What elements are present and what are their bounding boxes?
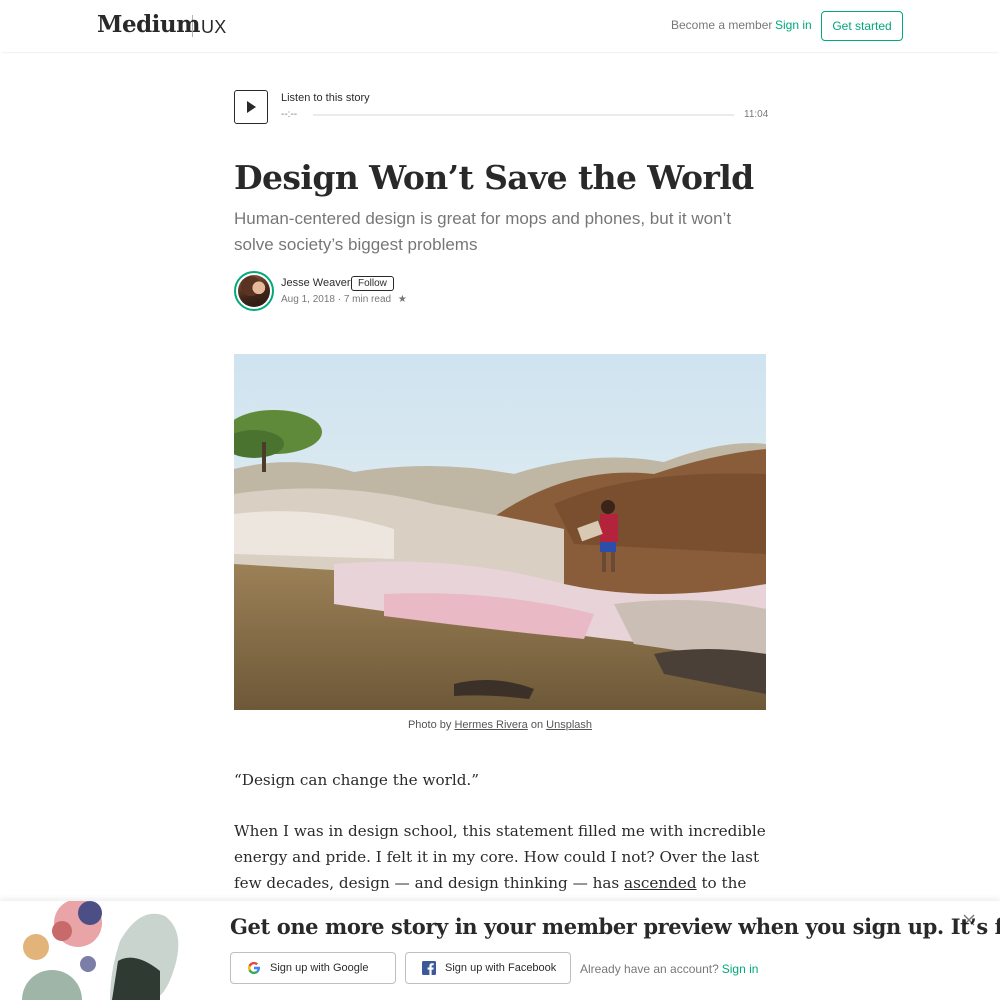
google-icon — [247, 961, 261, 975]
get-started-button[interactable]: Get started — [821, 11, 903, 41]
follow-button[interactable]: Follow — [351, 276, 394, 291]
caption-on: on — [530, 719, 544, 731]
unsplash-link[interactable]: Unsplash — [546, 719, 592, 731]
facebook-button-label: Sign up with Facebook — [445, 962, 557, 974]
article-title: Design Won’t Save the World — [234, 158, 754, 197]
play-button[interactable] — [234, 90, 268, 124]
audio-duration: 11:04 — [744, 109, 769, 120]
medium-logo[interactable]: Medium — [97, 11, 200, 38]
photographer-link[interactable]: Hermes Rivera — [454, 719, 527, 731]
hero-image — [234, 354, 766, 710]
close-banner-button[interactable] — [961, 912, 977, 928]
become-member-link[interactable]: Become a member — [671, 18, 772, 32]
author-avatar[interactable] — [234, 271, 274, 311]
banner-sign-in-link[interactable]: Sign in — [722, 962, 759, 976]
signup-banner: Get one more story in your member previe… — [0, 901, 1000, 1000]
publication-name[interactable]: UX — [201, 17, 227, 38]
audio-current-time: --:-- — [281, 109, 298, 120]
author-name[interactable]: Jesse Weaver — [281, 277, 351, 289]
author-photo — [238, 275, 270, 307]
facebook-signup-button[interactable]: Sign up with Facebook — [405, 952, 571, 984]
publish-date: Aug 1, 2018 — [281, 294, 335, 305]
ascended-link[interactable]: ascended — [624, 874, 697, 892]
caption-prefix: Photo by — [407, 719, 452, 731]
article-paragraph: “Design can change the world.” — [234, 771, 480, 789]
member-star-icon: ★ — [397, 294, 407, 305]
already-have-account: Already have an account? Sign in — [580, 962, 758, 976]
top-navbar: Medium UX Become a member Sign in Get st… — [0, 0, 1000, 52]
banner-illustration — [22, 901, 179, 1000]
google-signup-button[interactable]: Sign up with Google — [230, 952, 396, 984]
logo-divider — [192, 15, 193, 37]
google-button-label: Sign up with Google — [270, 962, 369, 974]
read-time: 7 min read — [343, 294, 392, 305]
article-subtitle: Human-centered design is great for mops … — [234, 209, 732, 254]
play-icon — [247, 101, 256, 113]
audio-progress-track[interactable] — [313, 114, 734, 116]
already-text: Already have an account? — [580, 962, 719, 976]
article-meta: Aug 1, 2018 · 7 min read ★ — [281, 294, 407, 305]
close-icon — [963, 914, 975, 926]
facebook-icon — [422, 961, 436, 975]
listen-label: Listen to this story — [281, 92, 370, 104]
banner-title: Get one more story in your member previe… — [230, 914, 1000, 939]
image-caption: Photo by Hermes Rivera on Unsplash — [234, 719, 766, 731]
header-sign-in-link[interactable]: Sign in — [775, 18, 812, 32]
